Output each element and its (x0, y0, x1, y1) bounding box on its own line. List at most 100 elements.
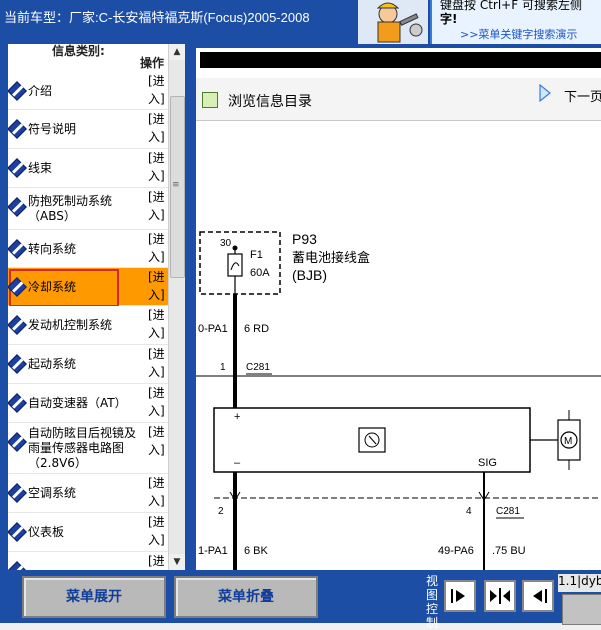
enter-link[interactable]: [进 入] (148, 345, 168, 381)
current-vehicle: 当前车型：厂家:C-长安福特福克斯(Focus)2005-2008 (4, 10, 310, 25)
enter-link[interactable]: [进 入] (148, 230, 168, 266)
wire-2-id: 1-PA1 (198, 545, 228, 557)
category-bullet-icon (8, 158, 27, 178)
list-item-label: 起动系统 (28, 357, 77, 371)
list-item-label: 介绍 (28, 83, 53, 98)
list-item-label: 自动变速器（AT） (28, 396, 127, 410)
enter-link[interactable]: [进 入] (148, 423, 168, 459)
next-page-arrow-icon[interactable] (538, 84, 552, 102)
view-prev-button[interactable] (522, 580, 554, 612)
category-header: 信息类别: (52, 44, 105, 58)
list-item[interactable]: 空调系统 [进 入] (8, 474, 168, 513)
enter-link[interactable]: [进 入] (148, 188, 168, 224)
plus-terminal: + (234, 411, 240, 423)
category-list: 信息类别: 操作 介绍 [进 入] 符号说明 [进 入] 线束 [进 入] 防抱死制动系统 … (8, 44, 168, 570)
arrow-right-icon (451, 589, 465, 603)
junction-box-code: (BJB) (292, 267, 327, 283)
status-tab: 1.1|dyb (558, 574, 601, 592)
list-item[interactable]: 仪表板 [进 入] (8, 513, 168, 552)
category-bullet-icon (8, 354, 27, 374)
list-item[interactable]: 介绍 [进 入] (8, 72, 168, 110)
category-bullet-icon (8, 522, 27, 542)
title-bar: 当前车型：厂家:C-长安福特福克斯(Focus)2005-2008 键盘按 Ct… (0, 0, 601, 44)
viewer-toolbar: 浏览信息目录 下一页 (196, 78, 601, 121)
list-item[interactable]: 冷却系统 [进 入] (8, 268, 168, 307)
enter-link[interactable]: [进 入] (148, 306, 168, 342)
list-item-label: 符号说明 (28, 122, 77, 136)
list-item[interactable]: 发动机控制系统 [进 入] (8, 306, 168, 345)
junction-box-id: P93 (292, 231, 317, 247)
hint-text: 键盘按 Ctrl+F 可搜索左侧 (440, 0, 582, 12)
mascot-image (358, 0, 428, 44)
wire-1-id: 0-PA1 (198, 323, 228, 335)
enter-link[interactable]: [进 (148, 552, 168, 570)
category-bullet-icon (8, 239, 27, 259)
enter-link[interactable]: [进 入] (148, 474, 168, 510)
enter-link[interactable]: [进 入] (148, 149, 168, 185)
list-item-label: 发动机控制系统 (28, 318, 113, 332)
category-bullet-icon (8, 81, 27, 101)
connector-2: C281 (496, 506, 520, 517)
enter-link[interactable]: [进 入] (148, 72, 168, 108)
content-panel: 浏览信息目录 下一页 30 F1 60A P93 蓄电池接线盒 (BJB) 0-… (190, 44, 601, 570)
enter-link[interactable]: [进 入] (148, 513, 168, 549)
sig-terminal: SIG (478, 457, 497, 469)
category-bullet-icon (8, 119, 27, 139)
fuse-symbol (227, 253, 243, 277)
wire-3-spec: .75 BU (492, 545, 526, 557)
list-item-label: 线束 (28, 161, 53, 175)
list-item[interactable]: 防抱死制动系统 （ABS） [进 入] (8, 188, 168, 230)
menu-expand-button[interactable]: 菜单展开 (22, 576, 166, 618)
list-item[interactable]: 自动防眩目后视镜及 雨量传感器电路图 （2.8V6） [进 入] (8, 423, 168, 474)
hint-text-2: 字! (440, 12, 458, 26)
arrow-left-icon (533, 589, 547, 603)
search-demo-link[interactable]: >>菜单关键字搜索演示 (460, 26, 577, 42)
view-next-button[interactable] (444, 580, 476, 612)
list-item[interactable]: 线束 [进 入] (8, 149, 168, 188)
list-item[interactable]: 转向系统 [进 入] (8, 230, 168, 268)
category-bullet-icon (8, 561, 27, 570)
browse-directory-icon[interactable] (202, 92, 218, 108)
list-item[interactable]: 起动系统 [进 入] (8, 345, 168, 384)
next-page-link[interactable]: 下一页 (564, 86, 601, 105)
pin-1: 1 (220, 362, 226, 373)
browse-directory-link[interactable]: 浏览信息目录 (228, 91, 312, 111)
corner-button[interactable] (562, 594, 601, 625)
scroll-grip-icon: ≡ (172, 180, 180, 190)
list-scrollbar[interactable]: ▲ ≡ ▼ (168, 44, 185, 570)
view-fit-button[interactable] (484, 580, 516, 612)
minus-terminal: – (234, 457, 241, 469)
fit-arrows-icon (490, 588, 510, 604)
category-bullet-icon (8, 483, 27, 503)
pin-4: 4 (466, 506, 472, 517)
view-control-label: 视图控制 (426, 574, 439, 630)
list-item-label: 仪表板 (28, 525, 65, 539)
menu-collapse-button[interactable]: 菜单折叠 (174, 576, 318, 618)
list-item-label: 防抱死制动系统 （ABS） (28, 194, 113, 223)
fuse-number: 30 (220, 238, 232, 249)
wire-3-id: 49-PA6 (438, 545, 474, 557)
category-bullet-icon (8, 315, 27, 335)
enter-link[interactable]: [进 入] (148, 110, 168, 146)
list-item[interactable]: 符号说明 [进 入] (8, 110, 168, 149)
wiring-diagram: 30 F1 60A P93 蓄电池接线盒 (BJB) 0-PA1 6 RD 1 … (196, 231, 601, 570)
list-item[interactable]: 自动变速器（AT） [进 入] (8, 384, 168, 423)
category-bullet-icon (8, 393, 27, 413)
wire-2-spec: 6 BK (244, 545, 269, 557)
fuse-amp: 60A (250, 267, 270, 279)
list-header: 信息类别: 操作 (8, 44, 168, 73)
list-item-label: 冷却系统 (28, 279, 77, 294)
scroll-up-arrow-icon[interactable]: ▲ (169, 44, 185, 60)
list-item-label: 自动防眩目后视镜及 雨量传感器电路图 （2.8V6） (28, 426, 137, 470)
category-bullet-icon (8, 197, 27, 217)
bottom-toolbar: 菜单展开 菜单折叠 视图控制 1.1|dyb (0, 570, 601, 630)
enter-link[interactable]: [进 入] (148, 268, 168, 304)
operation-header: 操作 (140, 56, 165, 70)
motor-label: M (564, 436, 572, 447)
list-item-label: 转向系统 (28, 241, 77, 256)
list-item-label: 空调系统 (28, 486, 77, 500)
pin-2: 2 (218, 506, 224, 517)
list-item[interactable]: [进 (8, 552, 168, 570)
scroll-down-arrow-icon[interactable]: ▼ (169, 554, 185, 570)
enter-link[interactable]: [进 入] (148, 384, 168, 420)
